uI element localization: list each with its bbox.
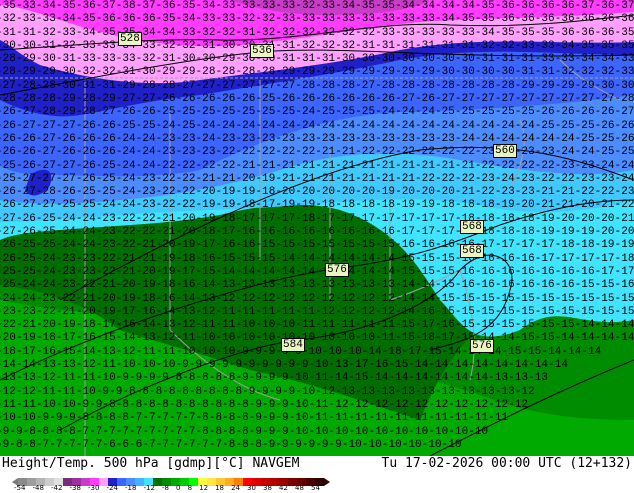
temperature-row: -9-9-8-8-8-8-7-7-7-7-7-7-7-7-7-8-8-8-8-9… (0, 425, 489, 438)
temperature-row: -11-11-10-10-9-9-8-8-8-8-8-8-8-8-8-8-8-9… (0, 398, 529, 411)
temperature-row: -9-8-8-7-7-7-7-7-6-6-6-7-7-7-7-7-7-8-8-8… (0, 438, 462, 451)
temperature-row: -26-27-28-29-28-27-26-26-25-25-25-25-25-… (0, 106, 634, 119)
temperature-row: -20-19-18-17-16-15-14-13-12-11-10-10-10-… (0, 332, 634, 345)
temperature-row: -25-27-27-27-26-25-24-23-22-22-21-21-20-… (0, 172, 634, 185)
colorbar-tick-label: -42 (51, 484, 63, 492)
contour-label: 528 (118, 32, 142, 46)
colorbar-tick-label: -30 (88, 484, 100, 492)
colorbar-tick-label: 30 (247, 484, 256, 492)
temperature-row: -12-12-11-11-10-9-9-8-8-8-8-8-8-8-8-8-9-… (0, 385, 535, 398)
contour-label: 576 (470, 339, 494, 353)
colorbar-tick-label: 38 (263, 484, 272, 492)
map-footer: Height/Temp. 500 hPa [gdmp][°C] NAVGEM T… (0, 456, 634, 493)
temperature-row: -28-28-28-29-28-29-27-27-26-26-26-26-26-… (0, 93, 634, 106)
colorbar-tick-label: 8 (187, 484, 193, 492)
colorbar-tick-label: -8 (162, 484, 169, 492)
temperature-row: -26-25-25-24-24-23-22-21-20-19-17-16-16-… (0, 239, 634, 252)
colorbar-tick-label: 42 (279, 484, 288, 492)
colorbar-tick-label: 18 (215, 484, 225, 492)
colorbar-right-arrow (324, 478, 330, 486)
temperature-row: -26-26-27-26-26-26-24-24-23-23-24-23-23-… (0, 132, 634, 145)
temperature-row: -25-26-27-27-26-25-24-24-22-22-22-22-21-… (0, 159, 634, 172)
temperature-row: -35-33-34-35-36-37-38-37-36-35-34-33-33-… (0, 0, 634, 12)
temperature-row: -27-26-25-24-24-23-22-22-21-20-19-18-17-… (0, 212, 634, 225)
colorbar-tick-label: -38 (69, 484, 81, 492)
temperature-row: -18-17-16-15-14-13-12-11-11-10-10-10-9-9… (0, 346, 634, 359)
colorbar-ticks: -54 -48 -42 -38 -30 -24 -18 -12 -8 0 8 12 18 24 30 38 42… (14, 485, 320, 493)
temperature-row: -27-26-25-24-24-23-22-22-21-20-18-17-16-… (0, 226, 634, 239)
temperature-row: -22-21-20-19-18-17-16-14-13-12-11-11-10-… (0, 319, 634, 332)
temperature-row: -28-29-30-31-33-33-33-32-31-30-30-29-30-… (0, 53, 634, 66)
temperature-row: -14-14-13-13-12-11-10-10-10-9-9-9-9-9-9-… (0, 359, 568, 372)
contour-label: 560 (493, 144, 517, 158)
colorbar-tick-label: 54 (311, 484, 320, 492)
colorbar-tick-label: 48 (295, 484, 304, 492)
colorbar-tick-label: -48 (32, 484, 44, 492)
contour-label: 576 (325, 263, 349, 277)
contour-label: 584 (281, 338, 305, 352)
colorbar-tick-label: -12 (143, 484, 155, 492)
contour-label: 536 (250, 44, 274, 58)
temperature-row: -26-25-24-23-23-22-21-21-19-18-16-15-15-… (0, 252, 634, 265)
colorbar-tick-label: -18 (125, 484, 137, 492)
temperature-row: -30-30-31-32-33-33-34-33-32-32-31-30-30-… (0, 39, 634, 52)
temperature-row: -27-28-28-30-31-31-29-28-28-27-27-27-27-… (0, 79, 634, 92)
temperature-row: -26-27-28-26-25-25-24-23-22-22-20-19-19-… (0, 186, 634, 199)
colorbar-tick-label: 0 (176, 484, 181, 492)
temperature-row: -26-27-27-27-26-26-25-25-24-25-24-24-24-… (0, 119, 634, 132)
temperature-row: -13-13-12-11-11-10-9-9-9-9-8-8-8-8-8-9-9… (0, 372, 549, 385)
map-title: Height/Temp. 500 hPa [gdmp][°C] NAVGEM (2, 456, 300, 471)
weather-map: -35-33-34-35-36-37-38-37-36-35-34-33-33-… (0, 0, 634, 456)
valid-time: Tu 17-02-2026 00:00 UTC (12+132) (381, 456, 632, 471)
colorbar-tick-label: -24 (106, 484, 118, 492)
temperature-row: -26-26-27-26-26-26-24-24-23-23-23-22-22-… (0, 146, 634, 159)
contour-label: 568 (460, 244, 484, 258)
temperature-row: -10-10-9-9-9-8-8-8-8-7-7-7-7-7-8-8-8-8-9… (0, 412, 509, 425)
temperature-row: -32-33-33-34-35-36-36-36-35-34-33-33-32-… (0, 13, 634, 26)
temperature-row: -25-24-24-23-22-21-20-19-18-16-14-13-13-… (0, 279, 634, 292)
temperature-row: -23-23-22-21-20-19-17-16-14-13-12-11-11-… (0, 305, 634, 318)
temperature-row: -25-25-24-23-23-22-21-20-19-17-15-14-14-… (0, 265, 634, 278)
temperature-row: -26-27-27-25-25-24-24-23-22-22-19-19-18-… (0, 199, 634, 212)
contour-label: 568 (460, 220, 484, 234)
temperature-row: -31-31-32-33-34-35-35-34-34-33-32-32-31-… (0, 26, 634, 39)
temperature-row: -24-24-23-22-21-20-19-18-16-14-13-12-12-… (0, 292, 634, 305)
temperature-row: -28-29-29-30-32-32-31-30-29-29-28-28-28-… (0, 66, 634, 79)
colorbar-tick-label: 24 (231, 484, 240, 492)
temperature-grid: -35-33-34-35-36-37-38-37-36-35-34-33-33-… (0, 0, 634, 452)
colorbar-tick-label: 12 (199, 484, 209, 492)
colorbar-tick-label: -54 (14, 484, 26, 492)
